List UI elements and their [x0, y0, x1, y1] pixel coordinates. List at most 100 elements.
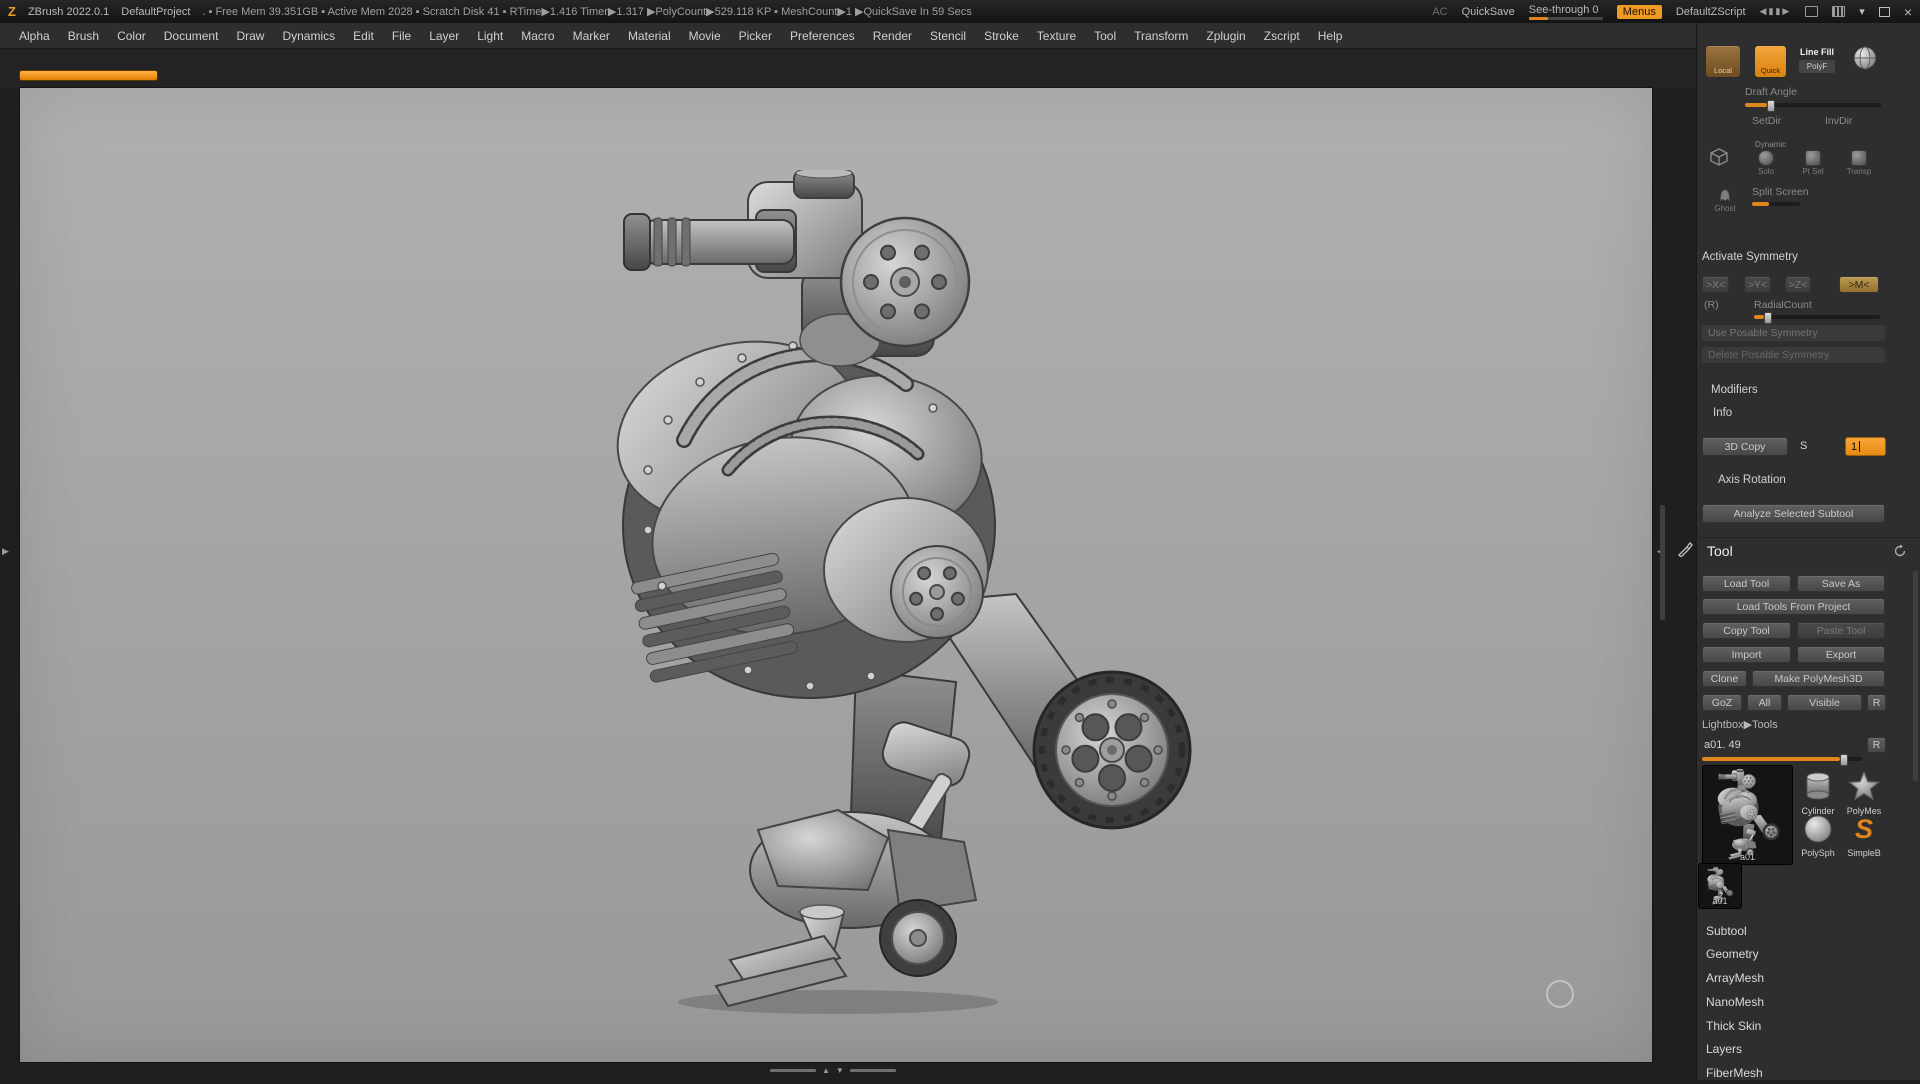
menu-help[interactable]: Help	[1309, 29, 1352, 43]
invdir-button[interactable]: InvDir	[1825, 115, 1852, 127]
tray-arrow-icons[interactable]: ◀▮▮▶	[1760, 6, 1792, 17]
menu-stencil[interactable]: Stencil	[921, 29, 975, 43]
load-tool-button[interactable]: Load Tool	[1702, 575, 1791, 592]
symmetry-y-button[interactable]: >Y<	[1744, 276, 1771, 293]
info-section[interactable]: Info	[1713, 407, 1732, 419]
perspective-globe-icon[interactable]	[1852, 45, 1878, 76]
menu-marker[interactable]: Marker	[564, 29, 619, 43]
delete-posable-symmetry-button[interactable]: Delete Posable Symmetry	[1702, 347, 1885, 363]
draft-angle-slider[interactable]	[1745, 100, 1881, 112]
3d-copy-button[interactable]: 3D Copy	[1702, 437, 1788, 456]
see-through-slider[interactable]: See-through 0	[1528, 4, 1603, 20]
goz-button[interactable]: GoZ	[1702, 694, 1742, 711]
menu-render[interactable]: Render	[864, 29, 921, 43]
menu-tool[interactable]: Tool	[1085, 29, 1125, 43]
menu-layer[interactable]: Layer	[420, 29, 468, 43]
menu-picker[interactable]: Picker	[730, 29, 781, 43]
tool-inventory-slider[interactable]	[1702, 754, 1862, 766]
menu-material[interactable]: Material	[619, 29, 680, 43]
palette-arraymesh[interactable]: ArrayMesh	[1697, 966, 1920, 989]
tray-scrollbar[interactable]	[1913, 571, 1918, 781]
menu-preferences[interactable]: Preferences	[781, 29, 864, 43]
tool-palette-header[interactable]: Tool	[1697, 537, 1920, 564]
make-polymesh3d-button[interactable]: Make PolyMesh3D	[1752, 670, 1885, 687]
window-layout-icon[interactable]	[1805, 6, 1819, 17]
menu-zplugin[interactable]: Zplugin	[1197, 29, 1254, 43]
modifiers-section[interactable]: Modifiers	[1711, 384, 1758, 396]
line-fill-control[interactable]: Line Fill PolyF	[1793, 47, 1841, 73]
menu-brush[interactable]: Brush	[59, 29, 108, 43]
bottom-handle-bar[interactable]	[770, 1069, 816, 1072]
goz-r-button[interactable]: R	[1867, 694, 1886, 711]
tool-thumbnail-polysphere[interactable]	[1801, 812, 1835, 846]
symmetry-x-button[interactable]: >X<	[1702, 276, 1729, 293]
copy-tool-button[interactable]: Copy Tool	[1702, 622, 1791, 639]
refresh-icon[interactable]	[1893, 544, 1907, 558]
menu-color[interactable]: Color	[108, 29, 155, 43]
menu-movie[interactable]: Movie	[680, 29, 730, 43]
import-button[interactable]: Import	[1702, 646, 1791, 663]
tool-thumbnail-polymesh-star[interactable]	[1847, 770, 1881, 804]
use-posable-symmetry-button[interactable]: Use Posable Symmetry	[1702, 325, 1885, 341]
palette-thickskin[interactable]: Thick Skin	[1697, 1014, 1920, 1037]
tool-thumbnail-a01-small[interactable]: a01	[1698, 863, 1742, 909]
lightbox-tools-link[interactable]: Lightbox▶Tools	[1702, 718, 1778, 731]
tool-palette-pin-icon[interactable]	[1677, 541, 1693, 557]
paste-tool-button[interactable]: Paste Tool	[1797, 622, 1885, 639]
split-screen-button[interactable]: Split Screen	[1752, 186, 1809, 198]
canvas-vertical-scrollbar[interactable]	[1660, 505, 1665, 620]
palette-nanomesh[interactable]: NanoMesh	[1697, 990, 1920, 1013]
menus-toggle[interactable]: Menus	[1616, 4, 1662, 19]
solo-button[interactable]: Solo	[1747, 150, 1785, 176]
menu-macro[interactable]: Macro	[512, 29, 563, 43]
quicksave-button[interactable]: QuickSave	[1462, 6, 1515, 18]
menu-document[interactable]: Document	[155, 29, 228, 43]
s-value-input[interactable]: 1	[1845, 437, 1886, 456]
transp-button[interactable]: Transp	[1840, 150, 1878, 176]
collapse-button[interactable]: ▾	[1859, 5, 1865, 18]
inventory-r-button[interactable]: R	[1867, 737, 1886, 753]
canvas-nav-circle[interactable]	[1546, 980, 1574, 1008]
close-button[interactable]: ×	[1904, 4, 1912, 20]
local-symmetry-button[interactable]: Local	[1705, 45, 1741, 78]
see-through-track[interactable]	[1528, 16, 1603, 20]
palette-layers[interactable]: Layers	[1697, 1037, 1920, 1060]
left-tray-divider-arrow[interactable]: ▶	[2, 546, 9, 557]
symmetry-m-button[interactable]: >M<	[1839, 276, 1879, 293]
maximize-button[interactable]	[1878, 6, 1890, 17]
tool-thumbnail-cylinder[interactable]	[1801, 770, 1835, 804]
save-as-button[interactable]: Save As	[1797, 575, 1885, 592]
load-tools-from-project-button[interactable]: Load Tools From Project	[1702, 598, 1885, 615]
pt-sel-button[interactable]: Pt Sel	[1794, 150, 1832, 176]
menu-file[interactable]: File	[383, 29, 420, 43]
palette-fibermesh[interactable]: FiberMesh	[1697, 1061, 1920, 1084]
axis-rotation-section[interactable]: Axis Rotation	[1718, 474, 1786, 486]
palette-subtool[interactable]: Subtool	[1697, 919, 1920, 942]
canvas-bottom-handles[interactable]: ▲ ▼	[770, 1066, 896, 1075]
goz-all-button[interactable]: All	[1747, 694, 1782, 711]
menu-dynamics[interactable]: Dynamics	[273, 29, 344, 43]
menu-draw[interactable]: Draw	[227, 29, 273, 43]
menu-alpha[interactable]: Alpha	[10, 29, 59, 43]
polyframe-button[interactable]: PolyF	[1799, 60, 1835, 73]
analyze-selected-subtool-button[interactable]: Analyze Selected Subtool	[1702, 504, 1885, 523]
menu-light[interactable]: Light	[468, 29, 512, 43]
export-button[interactable]: Export	[1797, 646, 1885, 663]
radialcount-slider[interactable]	[1754, 312, 1880, 324]
menu-transform[interactable]: Transform	[1125, 29, 1197, 43]
symmetry-z-button[interactable]: >Z<	[1785, 276, 1811, 293]
menu-stroke[interactable]: Stroke	[975, 29, 1028, 43]
bottom-handle-bar[interactable]	[849, 1069, 896, 1072]
cube-icon[interactable]	[1709, 147, 1729, 167]
scroll-down-icon[interactable]: ▼	[836, 1066, 844, 1075]
default-zscript-button[interactable]: DefaultZScript	[1676, 6, 1746, 18]
grid-layout-icon[interactable]	[1832, 6, 1846, 17]
split-screen-slider[interactable]	[1752, 202, 1800, 206]
tool-thumbnail-a01[interactable]: a01	[1702, 765, 1793, 865]
clone-button[interactable]: Clone	[1702, 670, 1747, 687]
palette-geometry[interactable]: Geometry	[1697, 942, 1920, 965]
canvas-viewport[interactable]	[20, 88, 1652, 1062]
menu-edit[interactable]: Edit	[344, 29, 383, 43]
menu-zscript[interactable]: Zscript	[1255, 29, 1309, 43]
tool-thumbnail-simplebrush[interactable]: S	[1847, 812, 1881, 846]
